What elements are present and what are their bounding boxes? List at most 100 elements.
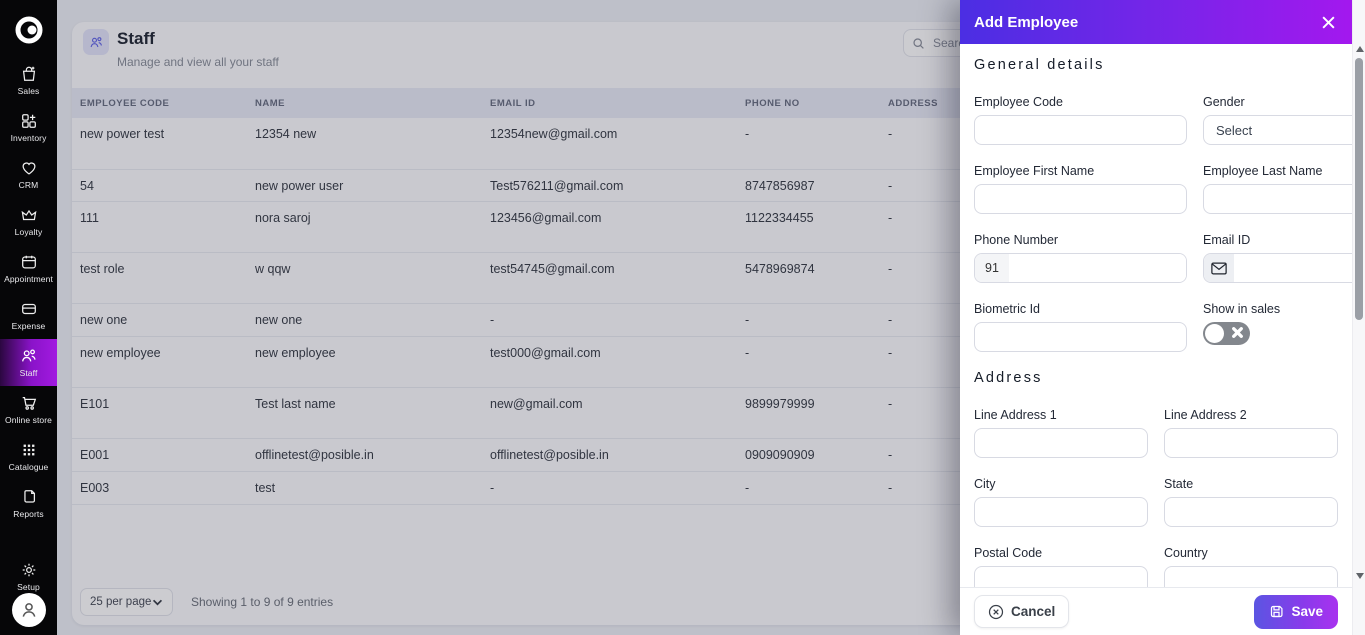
employee-code-label: Employee Code — [974, 95, 1187, 109]
field-gender: Gender Select — [1203, 95, 1352, 145]
close-icon — [1321, 15, 1336, 30]
state-label: State — [1164, 477, 1338, 491]
last-name-input[interactable] — [1203, 184, 1352, 214]
sidebar-item-label: Sales — [18, 86, 40, 96]
user-avatar[interactable] — [12, 593, 46, 627]
sidebar-item-inventory[interactable]: Inventory — [0, 104, 57, 151]
line-address-1-input[interactable] — [974, 428, 1148, 458]
first-name-label: Employee First Name — [974, 164, 1187, 178]
sidebar-item-sales[interactable]: Sales — [0, 57, 57, 104]
postal-code-label: Postal Code — [974, 546, 1148, 560]
sidebar-item-label: Appointment — [4, 274, 53, 284]
scrollbar-thumb[interactable] — [1355, 58, 1363, 320]
postal-code-input[interactable] — [974, 566, 1148, 587]
sidebar-item-label: Reports — [13, 509, 43, 519]
scrollbar-down-arrow[interactable] — [1353, 573, 1365, 579]
cancel-button-label: Cancel — [1011, 604, 1055, 619]
email-icon-segment — [1204, 254, 1234, 282]
add-employee-drawer: Add Employee General details Employee Co… — [960, 0, 1365, 635]
drawer-footer: Cancel Save — [960, 587, 1352, 635]
employee-code-input[interactable] — [974, 115, 1187, 145]
country-label: Country — [1164, 546, 1338, 560]
heart-icon — [20, 159, 38, 177]
phone-input[interactable] — [1009, 254, 1186, 282]
section-title-address: Address — [974, 370, 1338, 386]
sidebar-item-staff[interactable]: Staff — [0, 339, 57, 386]
field-last-name: Employee Last Name — [1203, 164, 1352, 214]
sidebar-item-label: Catalogue — [9, 462, 49, 472]
toggle-knob — [1205, 324, 1224, 343]
city-input[interactable] — [974, 497, 1148, 527]
sidebar-item-reports[interactable]: Reports — [0, 480, 57, 527]
biometric-label: Biometric Id — [974, 302, 1187, 316]
line-address-2-label: Line Address 2 — [1164, 408, 1338, 422]
field-line-address-2: Line Address 2 — [1164, 408, 1338, 458]
mail-icon — [1211, 262, 1227, 275]
drawer-body: General details Employee Code Gender Sel… — [960, 44, 1352, 587]
drawer-scrollbar — [1352, 0, 1365, 635]
card-icon — [20, 300, 38, 318]
gender-select[interactable]: Select — [1203, 115, 1352, 145]
line-address-1-label: Line Address 1 — [974, 408, 1148, 422]
field-email: Email ID — [1203, 233, 1352, 283]
field-state: State — [1164, 477, 1338, 527]
gender-select-value: Select — [1216, 123, 1252, 138]
field-country: Country — [1164, 546, 1338, 587]
calendar-icon — [20, 253, 38, 271]
sidebar-item-loyalty[interactable]: Loyalty — [0, 198, 57, 245]
circle-x-icon — [988, 604, 1004, 620]
sidebar-item-label: Loyalty — [15, 227, 43, 237]
first-name-input[interactable] — [974, 184, 1187, 214]
sidebar-item-appointment[interactable]: Appointment — [0, 245, 57, 292]
email-label: Email ID — [1203, 233, 1352, 247]
sales-bag-icon — [20, 65, 38, 83]
field-phone: Phone Number 91 — [974, 233, 1187, 283]
show-in-sales-toggle[interactable] — [1203, 322, 1250, 345]
close-button[interactable] — [1318, 12, 1338, 32]
field-show-in-sales: Show in sales — [1203, 302, 1352, 352]
staff-people-icon — [19, 347, 38, 365]
save-floppy-icon — [1269, 604, 1284, 619]
sidebar-item-label: Setup — [17, 582, 40, 592]
sidebar-item-expense[interactable]: Expense — [0, 292, 57, 339]
field-line-address-1: Line Address 1 — [974, 408, 1148, 458]
field-postal-code: Postal Code — [974, 546, 1148, 587]
crown-icon — [20, 206, 38, 224]
sidebar-item-label: CRM — [19, 180, 39, 190]
person-icon — [18, 599, 40, 621]
sidebar-item-catalogue[interactable]: Catalogue — [0, 433, 57, 480]
section-title-general: General details — [974, 57, 1338, 73]
field-city: City — [974, 477, 1148, 527]
last-name-label: Employee Last Name — [1203, 164, 1352, 178]
sidebar-item-label: Expense — [12, 321, 46, 331]
reports-doc-icon — [20, 488, 38, 506]
cart-icon — [20, 394, 38, 412]
city-label: City — [974, 477, 1148, 491]
grid-dots-icon — [20, 441, 38, 459]
scrollbar-up-arrow[interactable] — [1353, 46, 1365, 52]
gender-label: Gender — [1203, 95, 1352, 109]
phone-prefix: 91 — [975, 254, 1009, 282]
field-biometric: Biometric Id — [974, 302, 1187, 352]
sidebar-item-online-store[interactable]: Online store — [0, 386, 57, 433]
sidebar-item-crm[interactable]: CRM — [0, 151, 57, 198]
field-employee-code: Employee Code — [974, 95, 1187, 145]
phone-label: Phone Number — [974, 233, 1187, 247]
save-button-label: Save — [1291, 604, 1323, 619]
line-address-2-input[interactable] — [1164, 428, 1338, 458]
biometric-input[interactable] — [974, 322, 1187, 352]
gear-icon — [20, 561, 38, 579]
sidebar-item-label: Staff — [20, 368, 38, 378]
sidebar-item-label: Online store — [5, 415, 52, 425]
cancel-button[interactable]: Cancel — [974, 595, 1069, 628]
country-input[interactable] — [1164, 566, 1338, 587]
save-button[interactable]: Save — [1254, 595, 1338, 629]
email-input[interactable] — [1234, 254, 1352, 282]
drawer-title: Add Employee — [974, 14, 1078, 31]
drawer-header: Add Employee — [960, 0, 1352, 44]
state-input[interactable] — [1164, 497, 1338, 527]
sidebar: Sales Inventory CRM Loyalty Appointment … — [0, 0, 57, 635]
sidebar-item-label: Inventory — [11, 133, 47, 143]
inventory-icon — [20, 112, 38, 130]
show-in-sales-label: Show in sales — [1203, 302, 1352, 316]
